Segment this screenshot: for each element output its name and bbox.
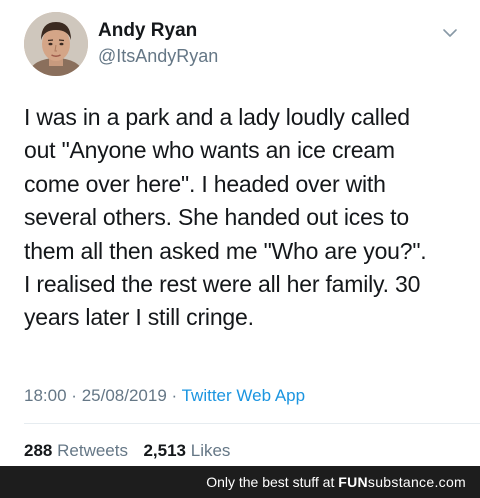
divider (24, 423, 480, 424)
avatar-portrait (24, 12, 88, 76)
retweets-stat[interactable]: 288 Retweets (24, 441, 133, 460)
watermark-footer: Only the best stuff at FUNsubstance.com (0, 466, 480, 498)
tweet-text-line: I was in a park and a lady loudly called (24, 104, 410, 130)
watermark-brand: FUNsubstance.com (338, 474, 466, 490)
likes-label: Likes (190, 441, 231, 460)
brand-sub: substance (367, 474, 435, 490)
tweet-metadata: 18:00 · 25/08/2019 · Twitter Web App (24, 386, 305, 406)
tweet-text-line: come over here". I headed over with (24, 170, 386, 197)
brand-main: FUN (338, 474, 368, 490)
likes-stat[interactable]: 2,513 Likes (143, 441, 230, 460)
retweets-label: Retweets (57, 441, 128, 460)
avatar[interactable] (24, 12, 88, 76)
tweet-source-link[interactable]: Twitter Web App (182, 386, 305, 405)
tweet-time[interactable]: 18:00 (24, 386, 67, 405)
retweets-count: 288 (24, 441, 53, 460)
tweet-text-line: I realised the rest were all her family.… (24, 271, 421, 298)
brand-suffix: .com (434, 474, 466, 490)
watermark-text: Only the best stuff at FUNsubstance.com (206, 474, 466, 490)
watermark-tagline: Only the best stuff at (206, 474, 335, 490)
tweet-stats: 288 Retweets 2,513 Likes (24, 441, 230, 461)
likes-count: 2,513 (143, 441, 186, 460)
tweet-text-line: them all then asked me "Who are you?". (24, 237, 427, 264)
tweet-text: I was in a park and a lady loudly called… (24, 101, 469, 335)
tweet-text-line: out "Anyone who wants an ice cream (24, 137, 395, 164)
meta-separator: · (71, 386, 77, 405)
chevron-down-icon[interactable] (441, 24, 459, 42)
tweet-card: Andy Ryan @ItsAndyRyan I was in a park a… (0, 0, 480, 466)
tweet-date[interactable]: 25/08/2019 (82, 386, 167, 405)
tweet-text-line: several others. She handed out ices to (24, 204, 409, 231)
author-handle[interactable]: @ItsAndyRyan (98, 46, 218, 67)
author-name[interactable]: Andy Ryan (98, 20, 197, 42)
meta-separator: · (171, 386, 178, 405)
tweet-text-line: years later I still cringe. (24, 304, 254, 331)
